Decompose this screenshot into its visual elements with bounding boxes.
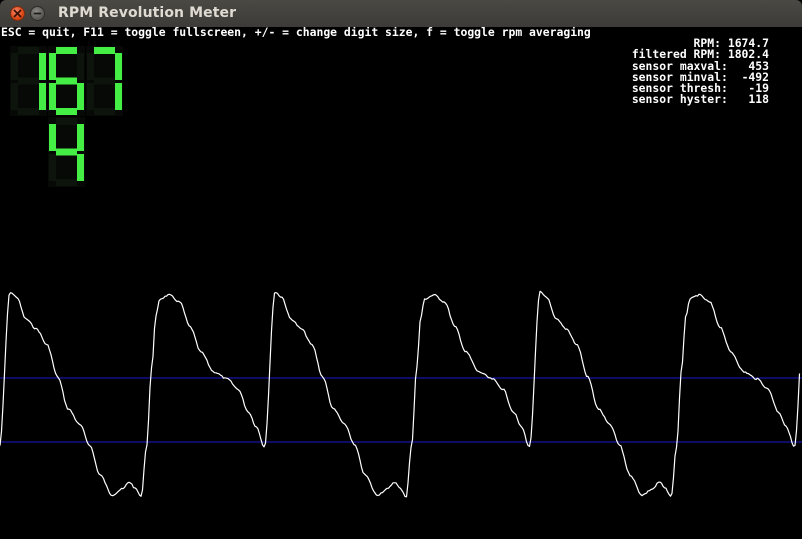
minimize-icon [33,12,42,15]
app-window: RPM Revolution Meter ESC = quit, F11 = t… [0,0,802,539]
window-title: RPM Revolution Meter [58,5,237,21]
close-icon [13,9,22,18]
minimize-button[interactable] [30,6,45,21]
close-button[interactable] [10,6,25,21]
sensor-waveform [0,290,801,498]
title-bar[interactable]: RPM Revolution Meter [0,0,802,27]
waveform-plot [0,290,802,498]
meter-canvas: ESC = quit, F11 = toggle fullscreen, +/-… [0,27,802,539]
